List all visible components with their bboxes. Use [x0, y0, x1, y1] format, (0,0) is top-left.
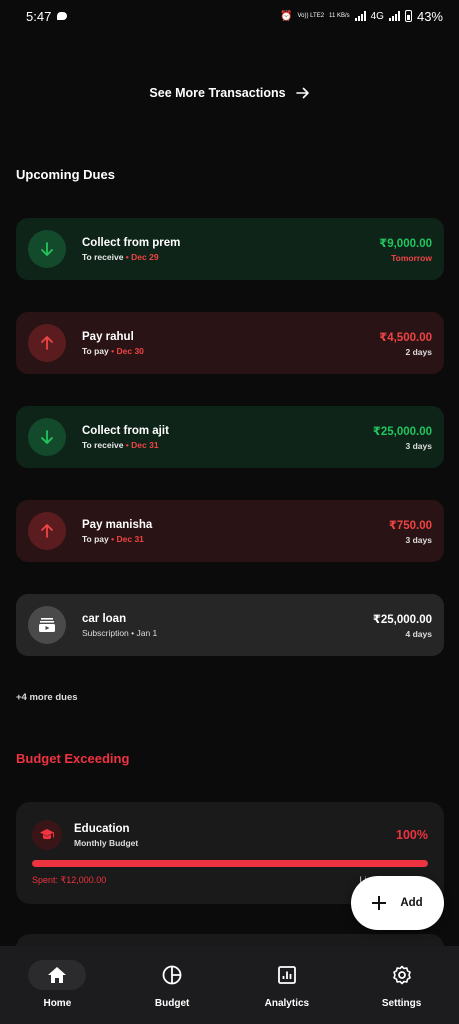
budget-type: Monthly Budget: [74, 837, 139, 848]
budget-spent: Spent: ₹12,000.00: [32, 875, 107, 885]
arrow-up-icon: [28, 512, 66, 550]
due-when: 2 days: [405, 346, 432, 357]
budget-progress-bar: [32, 860, 428, 867]
nav-label-settings: Settings: [381, 998, 422, 1009]
nav-item-budget[interactable]: Budget: [115, 946, 230, 1024]
signal-icon: [354, 11, 366, 21]
arrow-down-icon: [28, 418, 66, 456]
arrow-right-icon: [295, 87, 309, 99]
gear-icon: [373, 960, 431, 990]
due-subtitle: To receive • Dec 31: [82, 439, 159, 450]
see-more-transactions-button[interactable]: See More Transactions: [0, 86, 459, 100]
due-amount: ₹25,000.00: [372, 425, 432, 438]
due-card[interactable]: Pay manisha To pay • Dec 31 ₹750.00 3 da…: [16, 500, 444, 562]
network-type: 4G: [370, 10, 384, 22]
due-when: 3 days: [405, 534, 432, 545]
subscription-icon: [28, 606, 66, 644]
due-title: Collect from ajit: [82, 424, 169, 437]
due-title: Collect from prem: [82, 236, 181, 249]
due-subtitle: Subscription • Jan 1: [82, 627, 158, 638]
battery-percent: 43%: [416, 8, 443, 24]
graduation-cap-icon: [32, 820, 62, 850]
due-title: car loan: [82, 612, 127, 625]
due-subtitle: To pay • Dec 30: [82, 345, 144, 356]
plus-icon: [372, 896, 387, 910]
nav-label-budget: Budget: [154, 998, 190, 1009]
nav-item-analytics[interactable]: Analytics: [230, 946, 345, 1024]
due-card[interactable]: car loan Subscription • Jan 1 ₹25,000.00…: [16, 594, 444, 656]
status-bar: 5:47 ⏰ Vo)) LTE2 11 KB/s 4G 43%: [0, 0, 459, 32]
speed-label: 11 KB/s: [329, 13, 350, 19]
more-dues-link[interactable]: +4 more dues: [16, 692, 78, 703]
due-card[interactable]: Pay rahul To pay • Dec 30 ₹4,500.00 2 da…: [16, 312, 444, 374]
due-title: Pay manisha: [82, 518, 153, 531]
volte-label: Vo)) LTE2: [297, 13, 325, 19]
nav-item-home[interactable]: Home: [0, 946, 115, 1024]
nav-label-analytics: Analytics: [264, 998, 310, 1009]
signal-icon-2: [388, 11, 400, 21]
due-subtitle: To pay • Dec 31: [82, 533, 144, 544]
due-amount: ₹750.00: [388, 519, 432, 532]
analytics-icon: [258, 960, 316, 990]
due-amount: ₹4,500.00: [379, 331, 432, 344]
due-amount: ₹9,000.00: [379, 237, 432, 250]
status-time: 5:47: [26, 8, 52, 24]
due-when: 3 days: [405, 440, 432, 451]
upcoming-dues-title: Upcoming Dues: [16, 167, 115, 182]
due-subtitle: To receive • Dec 29: [82, 251, 159, 262]
due-card[interactable]: Collect from prem To receive • Dec 29 ₹9…: [16, 218, 444, 280]
message-icon: [57, 12, 68, 20]
due-amount: ₹25,000.00: [372, 613, 432, 626]
home-icon: [28, 960, 87, 990]
due-when: Tomorrow: [391, 252, 432, 263]
battery-icon: [404, 10, 412, 22]
due-card[interactable]: Collect from ajit To receive • Dec 31 ₹2…: [16, 406, 444, 468]
nav-item-settings[interactable]: Settings: [344, 946, 459, 1024]
budget-exceeding-title: Budget Exceeding: [16, 751, 130, 766]
arrow-down-icon: [28, 230, 66, 268]
see-more-label: See More Transactions: [149, 86, 286, 100]
add-button[interactable]: Add: [351, 876, 444, 930]
budget-percent: 100%: [396, 828, 428, 842]
due-when: 4 days: [405, 628, 432, 639]
nav-label-home: Home: [43, 998, 72, 1009]
alarm-icon: ⏰: [280, 10, 293, 22]
due-title: Pay rahul: [82, 330, 134, 343]
pie-chart-icon: [143, 960, 201, 990]
arrow-up-icon: [28, 324, 66, 362]
bottom-nav: Home Budget Analytics Settings: [0, 946, 459, 1024]
budget-name: Education: [74, 822, 130, 835]
add-button-label: Add: [400, 897, 423, 909]
budget-progress-fill: [32, 860, 428, 867]
